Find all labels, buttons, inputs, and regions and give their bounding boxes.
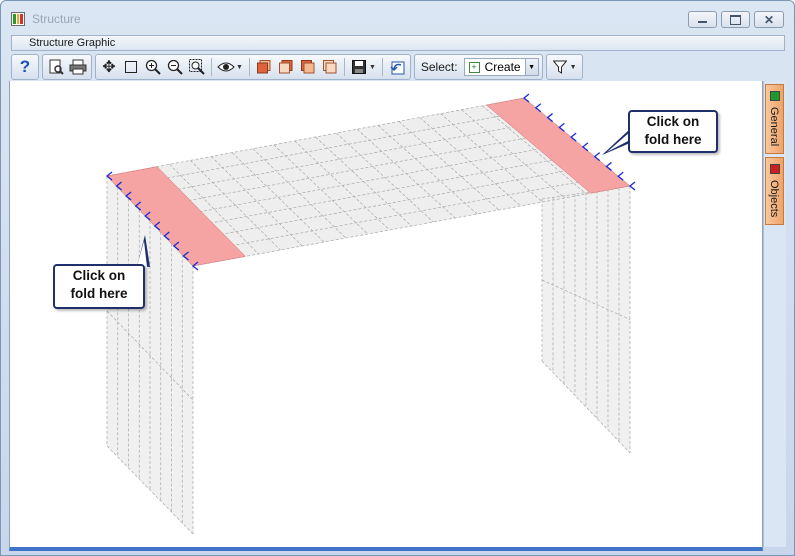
cube-view-icon	[278, 60, 293, 74]
side-panel: General Objects	[763, 81, 786, 547]
callout-left-line2: fold here	[70, 286, 128, 301]
general-tab-icon	[770, 91, 780, 101]
structure-window: Structure ✕ Structure Graphic ? ✥ ▼ ▼ Se…	[0, 0, 795, 556]
zoom-all-button[interactable]	[187, 57, 207, 77]
close-button[interactable]: ✕	[754, 11, 784, 28]
toolbar: ? ✥ ▼ ▼ Select: + Create ▼ ▼	[11, 54, 583, 80]
toolbar-group-filter: ▼	[545, 54, 583, 80]
toolbar-separator	[343, 58, 345, 76]
visibility-button[interactable]	[216, 57, 236, 77]
save-dropdown-icon[interactable]: ▼	[369, 64, 376, 71]
printer-icon	[69, 59, 87, 75]
floppy-disk-icon	[351, 60, 366, 74]
zoom-out-button[interactable]	[165, 57, 185, 77]
toolbar-separator	[381, 58, 383, 76]
toolbar-separator	[248, 58, 250, 76]
zoom-out-icon	[167, 59, 183, 75]
cube-view-icon	[300, 60, 315, 74]
visibility-dropdown-icon[interactable]: ▼	[236, 64, 243, 71]
title-bar[interactable]: Structure ✕	[1, 1, 794, 33]
save-view-button[interactable]	[349, 57, 369, 77]
cube-view-icon	[256, 60, 271, 74]
help-icon: ?	[19, 57, 31, 76]
zoom-extents-icon	[189, 59, 205, 75]
filter-icon	[552, 60, 567, 74]
pan-button[interactable]: ✥	[99, 57, 119, 77]
undo-view-icon	[390, 61, 405, 75]
callout-right: Click on fold here	[628, 110, 718, 153]
combobox-chevron-down-icon[interactable]: ▼	[524, 59, 538, 75]
toolbar-group-view: ✥ ▼ ▼	[95, 54, 411, 80]
objects-tab-icon	[770, 164, 780, 174]
close-icon: ✕	[763, 12, 775, 27]
print-preview-icon	[49, 59, 64, 75]
tab-general-label: General	[768, 107, 780, 147]
callout-left: Click on fold here	[53, 264, 145, 309]
filter-dropdown-icon[interactable]: ▼	[570, 64, 577, 71]
help-button[interactable]: ?	[15, 57, 35, 77]
restore-icon	[730, 14, 741, 25]
select-rect-button[interactable]	[121, 57, 141, 77]
eye-icon	[217, 62, 235, 72]
callout-right-line2: fold here	[644, 132, 702, 147]
callout-left-line1: Click on	[72, 268, 126, 283]
print-button[interactable]	[68, 57, 88, 77]
filter-button[interactable]	[550, 57, 570, 77]
toolbar-group-print	[42, 54, 92, 80]
fold-arrow	[628, 181, 636, 191]
view-top-button[interactable]	[298, 57, 318, 77]
select-mode-combobox[interactable]: + Create ▼	[463, 58, 539, 76]
create-plus-icon: +	[468, 61, 480, 73]
select-label: Select:	[420, 60, 458, 74]
reset-view-button[interactable]	[387, 57, 407, 77]
toolbar-group-help: ?	[11, 54, 39, 80]
restore-button[interactable]	[721, 11, 750, 28]
menu-structure-graphic[interactable]: Structure Graphic	[29, 37, 115, 49]
callout-right-line1: Click on	[646, 114, 700, 129]
select-mode-value: Create	[484, 60, 521, 74]
tab-general[interactable]: General	[765, 84, 784, 154]
view-iso-button[interactable]	[320, 57, 340, 77]
minimize-icon	[698, 21, 707, 23]
minimize-button[interactable]	[688, 11, 717, 28]
view-side-button[interactable]	[276, 57, 296, 77]
window-title: Structure	[32, 12, 81, 26]
toolbar-group-select: Select: + Create ▼	[413, 54, 543, 80]
print-preview-button[interactable]	[46, 57, 66, 77]
zoom-in-icon	[145, 59, 161, 75]
cube-view-icon	[322, 60, 337, 74]
view-front-button[interactable]	[254, 57, 274, 77]
tab-objects-label: Objects	[768, 180, 780, 218]
zoom-in-button[interactable]	[143, 57, 163, 77]
tab-objects[interactable]: Objects	[765, 157, 784, 225]
rectangle-icon	[125, 61, 137, 73]
menu-bar: Structure Graphic	[11, 35, 785, 51]
app-icon	[11, 12, 25, 26]
toolbar-separator	[211, 58, 212, 76]
move-icon: ✥	[102, 59, 116, 76]
